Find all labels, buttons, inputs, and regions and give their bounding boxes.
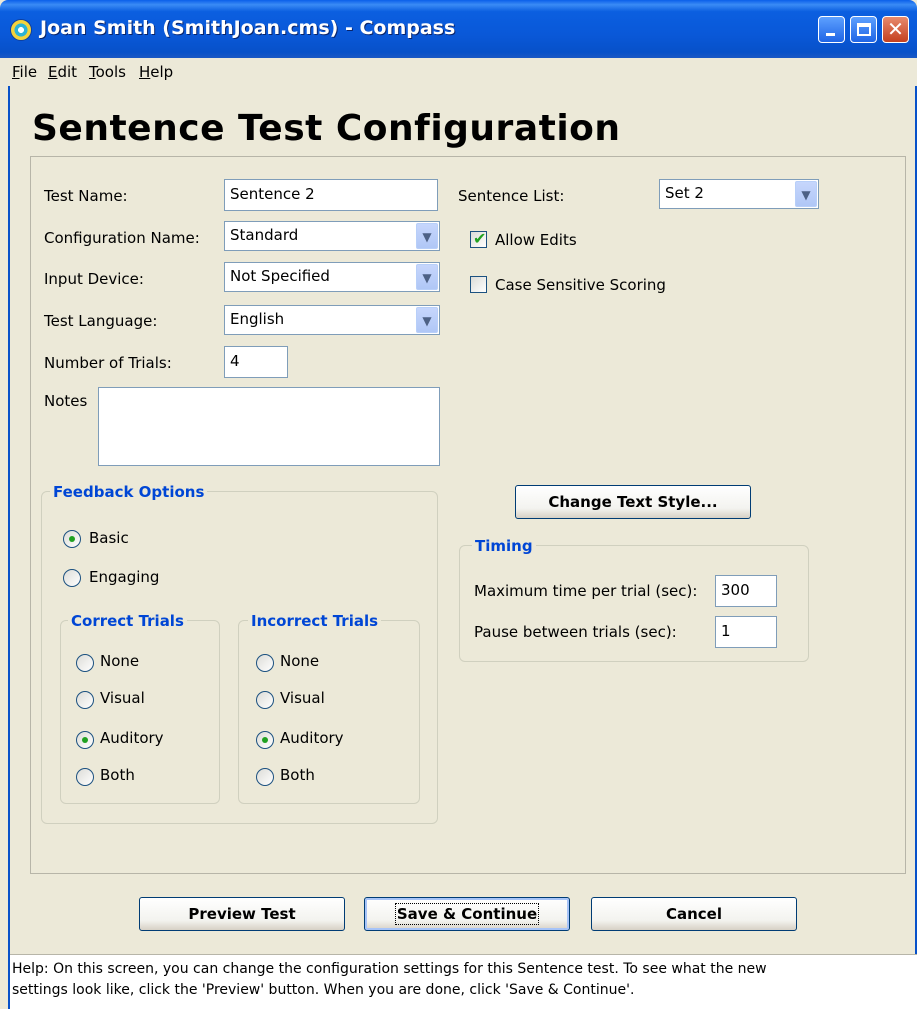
feedback-options-title: Feedback Options bbox=[50, 483, 208, 501]
test-language-label: Test Language: bbox=[44, 312, 158, 330]
incorrect-auditory-radio[interactable] bbox=[256, 731, 274, 749]
chevron-down-icon[interactable]: ▼ bbox=[416, 264, 438, 290]
input-device-label: Input Device: bbox=[44, 270, 144, 288]
chevron-down-icon[interactable]: ▼ bbox=[795, 181, 817, 207]
menu-edit[interactable]: Edit bbox=[48, 63, 77, 81]
notes-textarea[interactable] bbox=[98, 387, 440, 466]
correct-auditory-radio[interactable] bbox=[76, 731, 94, 749]
correct-auditory-label[interactable]: Auditory bbox=[100, 729, 164, 747]
maximize-button[interactable] bbox=[850, 16, 877, 43]
compass-app-icon bbox=[10, 19, 32, 41]
chevron-down-icon[interactable]: ▼ bbox=[416, 223, 438, 249]
feedback-basic-label[interactable]: Basic bbox=[89, 529, 129, 547]
menu-file[interactable]: File bbox=[12, 63, 37, 81]
close-icon: ✕ bbox=[887, 17, 904, 41]
configuration-name-value: Standard bbox=[230, 226, 299, 244]
correct-visual-radio[interactable] bbox=[76, 691, 94, 709]
feedback-engaging-label[interactable]: Engaging bbox=[89, 568, 159, 586]
feedback-basic-radio[interactable] bbox=[63, 530, 81, 548]
menu-tools[interactable]: Tools bbox=[89, 63, 126, 81]
input-device-value: Not Specified bbox=[230, 267, 330, 285]
timing-title: Timing bbox=[472, 537, 536, 555]
change-text-style-button[interactable]: Change Text Style... bbox=[515, 485, 751, 519]
number-of-trials-input[interactable]: 4 bbox=[224, 346, 288, 378]
correct-none-label[interactable]: None bbox=[100, 652, 139, 670]
allow-edits-label[interactable]: Allow Edits bbox=[495, 231, 577, 249]
menu-help[interactable]: Help bbox=[139, 63, 173, 81]
pause-label: Pause between trials (sec): bbox=[474, 623, 677, 641]
pause-input[interactable]: 1 bbox=[715, 616, 777, 648]
close-button[interactable]: ✕ bbox=[882, 16, 909, 43]
test-name-input[interactable]: Sentence 2 bbox=[224, 179, 438, 211]
radio-selected-dot bbox=[82, 737, 88, 743]
cancel-button[interactable]: Cancel bbox=[591, 897, 797, 931]
incorrect-both-radio[interactable] bbox=[256, 768, 274, 786]
window-title: Joan Smith (SmithJoan.cms) - Compass bbox=[40, 17, 456, 39]
radio-selected-dot bbox=[262, 737, 268, 743]
test-language-value: English bbox=[230, 310, 285, 328]
max-time-label: Maximum time per trial (sec): bbox=[474, 582, 698, 600]
maximize-icon bbox=[857, 23, 871, 36]
test-name-label: Test Name: bbox=[44, 187, 128, 205]
incorrect-none-label[interactable]: None bbox=[280, 652, 319, 670]
sentence-list-value: Set 2 bbox=[665, 184, 704, 202]
menu-bar bbox=[0, 58, 917, 86]
correct-both-radio[interactable] bbox=[76, 768, 94, 786]
input-device-select[interactable]: Not Specified ▼ bbox=[224, 262, 440, 292]
incorrect-visual-radio[interactable] bbox=[256, 691, 274, 709]
page-title: Sentence Test Configuration bbox=[32, 108, 621, 149]
incorrect-none-radio[interactable] bbox=[256, 654, 274, 672]
allow-edits-checkbox[interactable]: ✔ bbox=[470, 229, 487, 248]
chevron-down-icon[interactable]: ▼ bbox=[416, 307, 438, 333]
configuration-name-select[interactable]: Standard ▼ bbox=[224, 221, 440, 251]
minimize-button[interactable] bbox=[818, 16, 845, 43]
correct-none-radio[interactable] bbox=[76, 654, 94, 672]
configuration-name-label: Configuration Name: bbox=[44, 229, 200, 247]
sentence-list-label: Sentence List: bbox=[458, 187, 565, 205]
case-sensitive-label[interactable]: Case Sensitive Scoring bbox=[495, 276, 666, 294]
number-of-trials-label: Number of Trials: bbox=[44, 354, 172, 372]
case-sensitive-checkbox[interactable] bbox=[470, 276, 487, 293]
incorrect-trials-title: Incorrect Trials bbox=[248, 612, 382, 630]
max-time-input[interactable]: 300 bbox=[715, 575, 777, 607]
radio-selected-dot bbox=[69, 536, 75, 542]
incorrect-visual-label[interactable]: Visual bbox=[280, 689, 325, 707]
incorrect-auditory-label[interactable]: Auditory bbox=[280, 729, 344, 747]
save-continue-button[interactable]: Save & Continue bbox=[364, 897, 570, 931]
preview-test-button[interactable]: Preview Test bbox=[139, 897, 345, 931]
feedback-engaging-radio[interactable] bbox=[63, 569, 81, 587]
correct-visual-label[interactable]: Visual bbox=[100, 689, 145, 707]
correct-both-label[interactable]: Both bbox=[100, 766, 135, 784]
help-text-line-1: Help: On this screen, you can change the… bbox=[12, 961, 767, 977]
sentence-list-select[interactable]: Set 2 ▼ bbox=[659, 179, 819, 209]
correct-trials-title: Correct Trials bbox=[68, 612, 187, 630]
help-bar: Help: On this screen, you can change the… bbox=[10, 954, 917, 1009]
checkmark-icon: ✔ bbox=[473, 229, 487, 248]
save-continue-label: Save & Continue bbox=[394, 903, 540, 925]
minimize-icon bbox=[826, 33, 835, 36]
test-language-select[interactable]: English ▼ bbox=[224, 305, 440, 335]
notes-label: Notes bbox=[44, 392, 88, 410]
help-text-line-2: settings look like, click the 'Preview' … bbox=[12, 982, 635, 998]
incorrect-both-label[interactable]: Both bbox=[280, 766, 315, 784]
